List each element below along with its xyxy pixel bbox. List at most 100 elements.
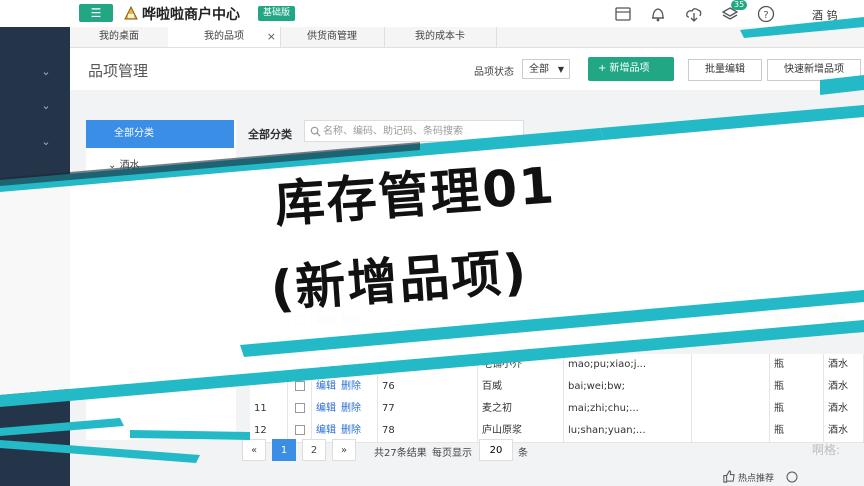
item-code: 76 <box>378 376 478 398</box>
item-pinyin: bai;wei;bw; <box>564 376 692 398</box>
item-spec <box>692 354 770 376</box>
tab-bar: 我的桌面 我的品项 × 供货商管理 我的成本卡 <box>70 27 864 48</box>
row-checkbox[interactable] <box>288 398 312 420</box>
checkbox[interactable] <box>295 359 305 369</box>
pagination: « 1 2 » 共27条结果 每页显示 20 条 <box>236 438 864 464</box>
checkbox[interactable] <box>295 425 305 435</box>
version-badge: 基础版 <box>258 6 296 21</box>
item-unit: 瓶 <box>770 310 824 332</box>
chevron-down-icon[interactable]: ⌄ <box>40 99 52 112</box>
help-icon[interactable] <box>786 471 798 483</box>
tab-desktop[interactable]: 我的桌面 <box>70 27 169 47</box>
total-results: 共27条结果 <box>374 448 427 459</box>
status-filter-label: 品项状态 <box>474 67 514 78</box>
item-category: 酒水 <box>824 354 864 376</box>
search-input[interactable]: 名称、编码、助记码、条码搜索 <box>304 120 524 142</box>
row-actions: 编辑 删除 <box>312 376 378 398</box>
top-bar: ☰ 哗啦啦商户中心 基础版 35 ? 酒 钨 <box>0 0 864 28</box>
add-item-button[interactable]: + 新增品项 <box>588 57 674 81</box>
delete-link[interactable]: 删除 <box>341 381 361 392</box>
table-row: 编辑 删除 76 百威 bai;wei;bw; 瓶酒水 <box>250 376 864 399</box>
chevron-down-icon[interactable]: ⌄ <box>40 65 52 78</box>
item-code: 77 <box>378 398 478 420</box>
edit-link[interactable]: 编辑 <box>316 381 336 392</box>
row-checkbox[interactable] <box>288 376 312 398</box>
edit-link[interactable]: 编辑 <box>316 403 336 414</box>
page-title: 品项管理 <box>88 62 149 80</box>
item-pinyin: mao;pu;xiao;j... <box>564 354 692 376</box>
page-button[interactable]: 1 <box>272 439 296 461</box>
edit-link[interactable]: 编辑 <box>316 359 336 370</box>
help-icon[interactable]: ? <box>756 4 776 24</box>
tab-label: 我的品项 <box>204 31 244 42</box>
sidebar: ⌄ ⌄ ⌄ ⌄ <box>0 27 70 486</box>
table-row: 编辑 删除 毛铺小芥 mao;pu;xiao;j... 瓶酒水 <box>250 354 864 377</box>
batch-edit-button[interactable]: 批量编辑 <box>688 59 762 81</box>
item-spec <box>692 376 770 398</box>
row-checkbox[interactable] <box>288 354 312 376</box>
chevron-down-icon[interactable]: ⌄ <box>40 135 52 148</box>
row-actions: 编辑 删除 <box>312 398 378 420</box>
item-name: 毛铺小芥 <box>478 354 564 376</box>
checkbox[interactable] <box>295 403 305 413</box>
svg-text:?: ? <box>763 10 768 21</box>
tab-my-items[interactable]: 我的品项 × <box>168 27 281 47</box>
thumbs-up-icon <box>723 470 735 483</box>
brand-logo-icon <box>124 5 138 20</box>
chevron-down-icon: ⌄ <box>108 160 120 171</box>
checkbox[interactable] <box>295 381 305 391</box>
cloud-download-icon[interactable] <box>684 4 704 24</box>
menu-toggle-button[interactable]: ☰ <box>79 4 113 22</box>
search-icon <box>310 126 321 137</box>
item-pinyin <box>564 310 692 332</box>
tab-supplier-management[interactable]: 供货商管理 <box>280 27 385 47</box>
bell-icon[interactable] <box>648 4 668 24</box>
item-unit: 瓶 <box>770 376 824 398</box>
delete-link[interactable]: 删除 <box>341 425 361 436</box>
message-icon[interactable] <box>613 4 633 24</box>
row-actions: 编辑 删除 <box>312 354 378 376</box>
category-tree: 全部分类 ⌄ 酒水 <box>86 120 236 440</box>
page-button[interactable]: 2 <box>302 439 326 461</box>
row-number <box>250 354 288 376</box>
item-category: 酒水 <box>824 398 864 420</box>
per-page-unit: 条 <box>518 448 528 459</box>
chevron-down-icon[interactable]: ⌄ <box>40 171 52 184</box>
brand-title: 哗啦啦商户中心 <box>142 7 240 23</box>
category-item[interactable]: ⌄ 酒水 <box>108 156 140 171</box>
page-size-input[interactable]: 20 <box>479 439 513 461</box>
next-page-button[interactable]: » <box>332 439 356 461</box>
item-category: 酒水 <box>824 310 864 332</box>
caret-down-icon: ▼ <box>557 65 564 74</box>
item-unit: 瓶 <box>770 398 824 420</box>
list-title: 全部分类 <box>248 128 292 141</box>
item-name <box>478 310 564 332</box>
item-name: 百威 <box>478 376 564 398</box>
item-spec <box>692 310 770 332</box>
user-name[interactable]: 酒 钨 <box>812 7 838 23</box>
table-row: 11 编辑 删除 77 麦之初 mai;zhi;chu;... 瓶酒水 <box>250 398 864 421</box>
prev-page-button[interactable]: « <box>242 439 266 461</box>
item-pinyin: mai;zhi;chu;... <box>564 398 692 420</box>
per-page-label: 每页显示 <box>432 448 472 459</box>
hot-recommend-link[interactable]: 热点推荐 <box>738 471 774 484</box>
close-icon[interactable]: × <box>267 27 276 47</box>
delete-link[interactable]: 删除 <box>341 403 361 414</box>
watermark: 啊格: <box>812 443 841 457</box>
hamburger-icon: ☰ <box>90 6 102 20</box>
notification-count-badge: 35 <box>731 0 748 10</box>
item-spec <box>692 398 770 420</box>
row-number <box>250 376 288 398</box>
item-category: 酒水 <box>824 376 864 398</box>
search-placeholder: 名称、编码、助记码、条码搜索 <box>323 126 463 137</box>
tab-label: 我的桌面 <box>99 31 139 42</box>
bottom-bar: 热点推荐 <box>700 468 864 486</box>
status-filter-select[interactable]: 全部 ▼ <box>522 59 570 79</box>
item-name: 麦之初 <box>478 398 564 420</box>
category-all[interactable]: 全部分类 <box>86 120 234 148</box>
delete-link[interactable]: 删除 <box>341 359 361 370</box>
category-item-label: 酒水 <box>119 160 140 171</box>
edit-link[interactable]: 编辑 <box>316 425 336 436</box>
quick-add-item-button[interactable]: 快速新增品项 <box>767 59 861 81</box>
tab-cost-card[interactable]: 我的成本卡 <box>384 27 497 47</box>
